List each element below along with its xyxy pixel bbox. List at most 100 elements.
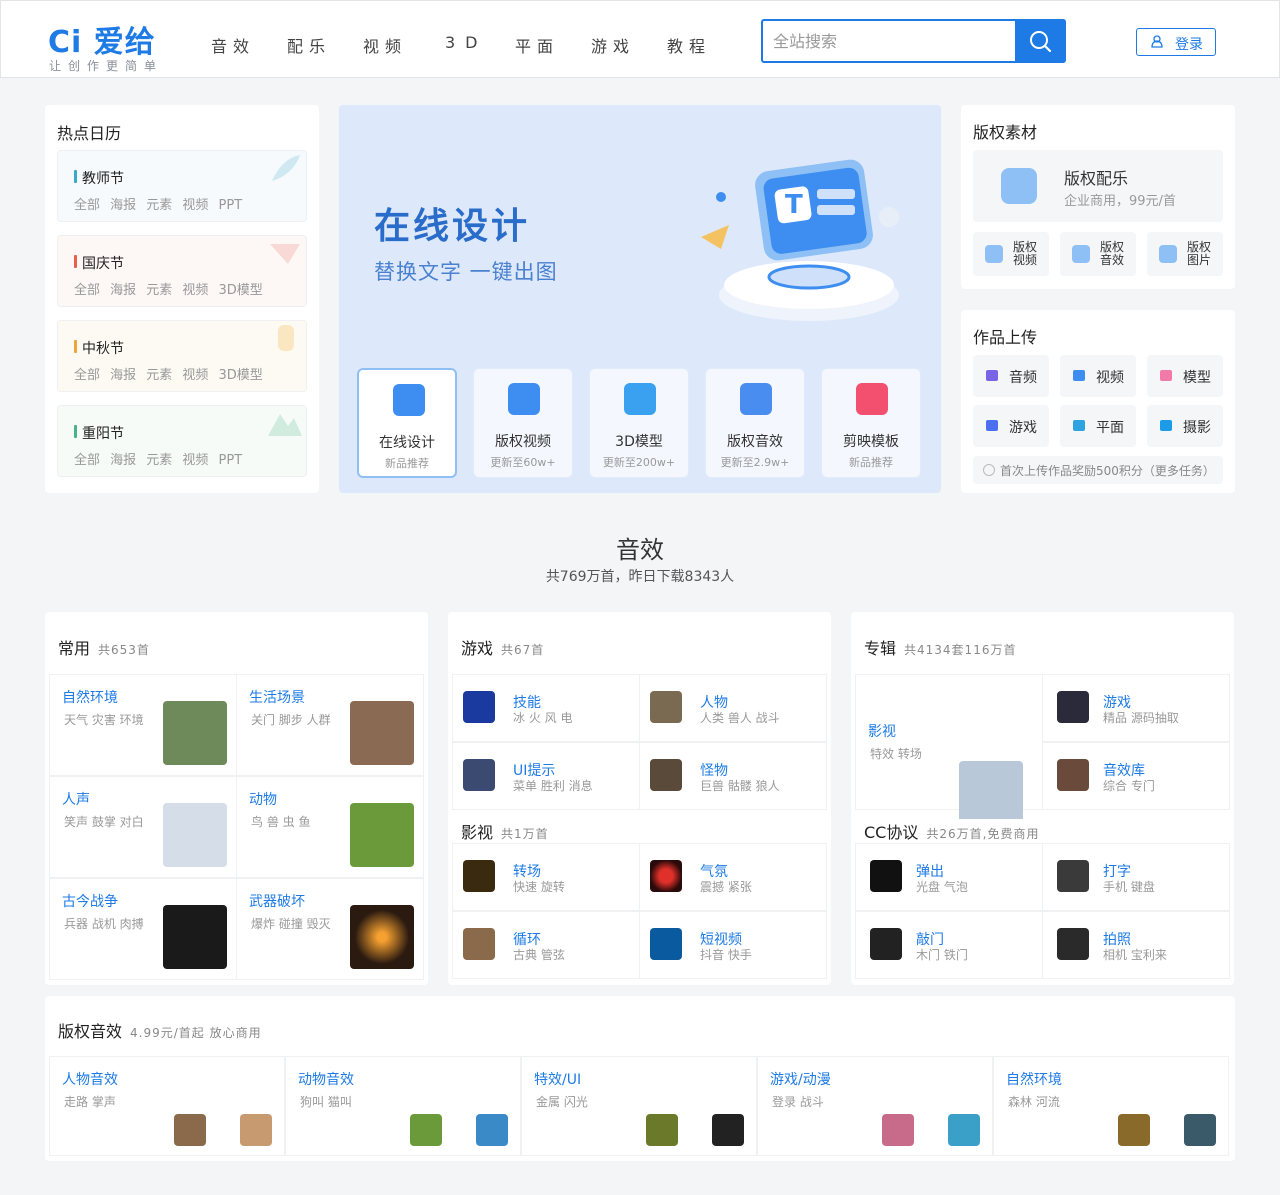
search-box	[761, 19, 1066, 63]
thumb-1	[174, 1114, 206, 1146]
bottom-item-game-anime[interactable]: 游戏/动漫 登录 战斗	[757, 1056, 993, 1156]
calendar-item-national-day[interactable]: 国庆节 全部 海报 元素 视频 3D模型	[57, 235, 307, 307]
copyright-image-l2: 图片	[1187, 253, 1212, 267]
nav-item-game[interactable]: 游戏	[591, 33, 635, 57]
model-icon	[1160, 370, 1172, 381]
image-icon	[1159, 245, 1177, 263]
tile-online-design[interactable]: 在线设计 新品推荐	[357, 368, 457, 478]
tile-label: 在线设计	[379, 435, 435, 451]
upload-video[interactable]: 视频	[1060, 355, 1136, 397]
film-atmosphere[interactable]: 气氛 震撼 紧张	[639, 843, 827, 911]
category-name: 自然环境	[62, 690, 118, 706]
upload-graphic[interactable]: 平面	[1060, 405, 1136, 447]
design-illustration: T	[701, 159, 899, 321]
site-logo[interactable]: Ci 爱给 让创作更简单	[48, 17, 156, 73]
copyright-title: 版权素材	[973, 123, 1038, 142]
album-name: 影视	[868, 724, 896, 740]
svg-text:T: T	[785, 190, 803, 220]
album-film[interactable]: 影视 特效 转场	[855, 674, 1043, 825]
upload-audio[interactable]: 音频	[973, 355, 1049, 397]
film-loop[interactable]: 循环 古典 管弦	[452, 911, 640, 979]
upload-photo[interactable]: 摄影	[1147, 405, 1223, 447]
item-desc: 综合 专门	[1103, 779, 1155, 793]
game-title-text: 游戏	[461, 639, 494, 658]
nav-item-tutorial[interactable]: 教程	[667, 33, 711, 57]
bottom-item-animal[interactable]: 动物音效 狗叫 猫叫	[285, 1056, 521, 1156]
calendar-item-tags[interactable]: 全部 海报 元素 视频 3D模型	[74, 279, 263, 298]
upload-tip-text: 首次上传作品奖励500积分（更多任务）	[1000, 464, 1215, 478]
copyright-video-l1: 版权	[1013, 240, 1038, 254]
game-ui[interactable]: UI提示 菜单 胜利 消息	[452, 742, 640, 810]
cc-photo[interactable]: 拍照 相机 宝利来	[1042, 911, 1230, 979]
common-title: 常用 共653首	[58, 635, 150, 659]
category-voice[interactable]: 人声 笑声 鼓掌 对白	[49, 776, 237, 878]
tile-capcut-template[interactable]: 剪映模板 新品推荐	[821, 368, 921, 478]
copyright-sound-item[interactable]: 版权 音效	[1060, 232, 1136, 276]
calendar-item-mid-autumn[interactable]: 中秋节 全部 海报 元素 视频 3D模型	[57, 320, 307, 392]
nav-item-music[interactable]: 配乐	[287, 33, 331, 57]
film-transition[interactable]: 转场 快速 旋转	[452, 843, 640, 911]
tile-label: 3D模型	[615, 434, 663, 450]
film-count: 共1万首	[501, 827, 549, 841]
login-button[interactable]: 登录	[1136, 28, 1216, 56]
tile-copyright-video[interactable]: 版权视频 更新至60w+	[473, 368, 573, 478]
online-design-banner[interactable]: 在线设计 替换文字 一键出图 T 在线设计 新品推荐 版权视频 更新至60w+ …	[339, 105, 941, 493]
item-desc: 手机 键盘	[1103, 880, 1155, 894]
game-monster[interactable]: 怪物 巨兽 骷髅 狼人	[639, 742, 827, 810]
album-title: 专辑 共4134套116万首	[864, 635, 1016, 659]
ladybug-thumbnail	[350, 803, 414, 867]
search-button[interactable]	[1015, 19, 1066, 63]
item-desc: 菜单 胜利 消息	[513, 779, 593, 793]
upload-label: 摄影	[1183, 420, 1211, 436]
tile-sublabel: 更新至60w+	[490, 456, 556, 469]
category-animal[interactable]: 动物鸟 兽 虫 鱼	[236, 776, 424, 878]
album-desc: 特效 转场	[870, 747, 922, 761]
calendar-item-tags[interactable]: 全部 海报 元素 视频 PPT	[74, 449, 242, 468]
category-nature[interactable]: 自然环境 天气 灾害 环境	[49, 674, 237, 776]
copyright-video-item[interactable]: 版权 视频	[973, 232, 1049, 276]
game-character[interactable]: 人物 人类 兽人 战斗	[639, 674, 827, 742]
nav-item-3d[interactable]: 3D	[445, 33, 488, 52]
category-name: 人声	[62, 792, 90, 808]
item-desc: 森林 河流	[1008, 1095, 1060, 1109]
category-desc: 关门 脚步 人群	[251, 713, 331, 727]
cc-popup[interactable]: 弹出 光盘 气泡	[855, 843, 1043, 911]
tile-3d-model[interactable]: 3D模型 更新至200w+	[589, 368, 689, 478]
tile-copyright-sound[interactable]: 版权音效 更新至2.9w+	[705, 368, 805, 478]
upload-tip[interactable]: 首次上传作品奖励500积分（更多任务）	[973, 456, 1223, 484]
category-war[interactable]: 古今战争 兵器 战机 肉搏	[49, 878, 237, 980]
game-skill[interactable]: 技能冰 火 风 电	[452, 674, 640, 742]
category-desc: 兵器 战机 肉搏	[64, 917, 144, 931]
cc-typing[interactable]: 打字 手机 键盘	[1042, 843, 1230, 911]
ui-thumbnail	[463, 759, 495, 791]
album-game[interactable]: 游戏 精品 源码抽取	[1042, 674, 1230, 742]
category-name: 武器破坏	[249, 894, 305, 910]
item-desc: 快速 旋转	[513, 880, 565, 894]
category-weapon[interactable]: 武器破坏 爆炸 碰撞 毁灭	[236, 878, 424, 980]
calendar-item-teachers-day[interactable]: 教师节 全部 海报 元素 视频 PPT	[57, 150, 307, 222]
bottom-item-effects[interactable]: 特效/UI 金属 闪光	[521, 1056, 757, 1156]
calendar-item-tags[interactable]: 全部 海报 元素 视频 PPT	[74, 194, 242, 213]
album-sound-library[interactable]: 音效库 综合 专门	[1042, 742, 1230, 810]
nav-item-video[interactable]: 视频	[363, 33, 407, 57]
copyright-sound-l2: 音效	[1100, 253, 1125, 267]
calendar-item-tags[interactable]: 全部 海报 元素 视频 3D模型	[74, 364, 263, 383]
bottom-item-nature[interactable]: 自然环境 森林 河流	[993, 1056, 1229, 1156]
upload-game[interactable]: 游戏	[973, 405, 1049, 447]
lantern-icon	[278, 325, 294, 351]
nav-item-graphic[interactable]: 平面	[515, 33, 559, 57]
bottom-item-character[interactable]: 人物音效 走路 掌声	[49, 1056, 285, 1156]
game-title: 游戏 共67首	[461, 635, 544, 659]
copyright-image-item[interactable]: 版权 图片	[1147, 232, 1223, 276]
copyright-music-item[interactable]: 版权配乐 企业商用，99元/首	[973, 150, 1223, 222]
cube-icon	[624, 383, 656, 415]
film-short-video[interactable]: 短视频 抖音 快手	[639, 911, 827, 979]
nav-item-sound[interactable]: 音效	[211, 33, 255, 57]
upload-model[interactable]: 模型	[1147, 355, 1223, 397]
calendar-item-double-ninth[interactable]: 重阳节 全部 海报 元素 视频 PPT	[57, 405, 307, 477]
cc-knock[interactable]: 敲门 木门 铁门	[855, 911, 1043, 979]
search-input[interactable]	[763, 21, 1015, 61]
section-title: 音效	[616, 536, 664, 564]
login-label: 登录	[1175, 37, 1203, 53]
category-life[interactable]: 生活场景 关门 脚步 人群	[236, 674, 424, 776]
